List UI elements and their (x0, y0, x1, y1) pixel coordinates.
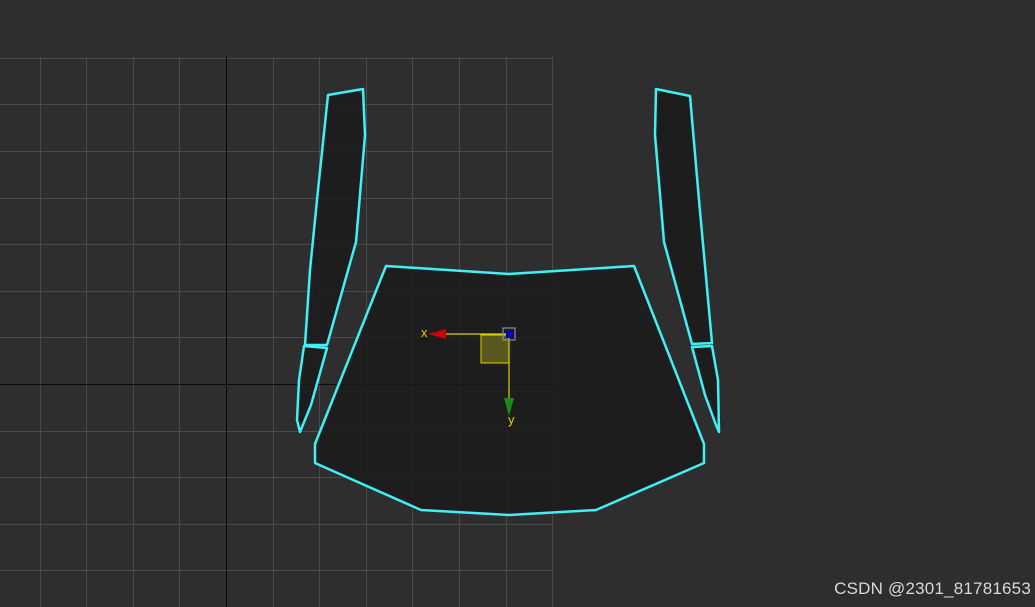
uv-editor-viewport[interactable]: x y CSDN @2301_81781653 (0, 0, 1035, 607)
gizmo-z-handle[interactable] (506, 331, 513, 338)
gizmo-x-label: x (421, 325, 428, 340)
gizmo-xy-plane-handle[interactable] (480, 334, 510, 364)
gizmo-y-label: y (508, 412, 515, 427)
uv-shell-right-strip[interactable] (653, 87, 714, 346)
watermark-text: CSDN @2301_81781653 (834, 579, 1031, 598)
uv-shell-right-tip[interactable] (690, 344, 721, 434)
